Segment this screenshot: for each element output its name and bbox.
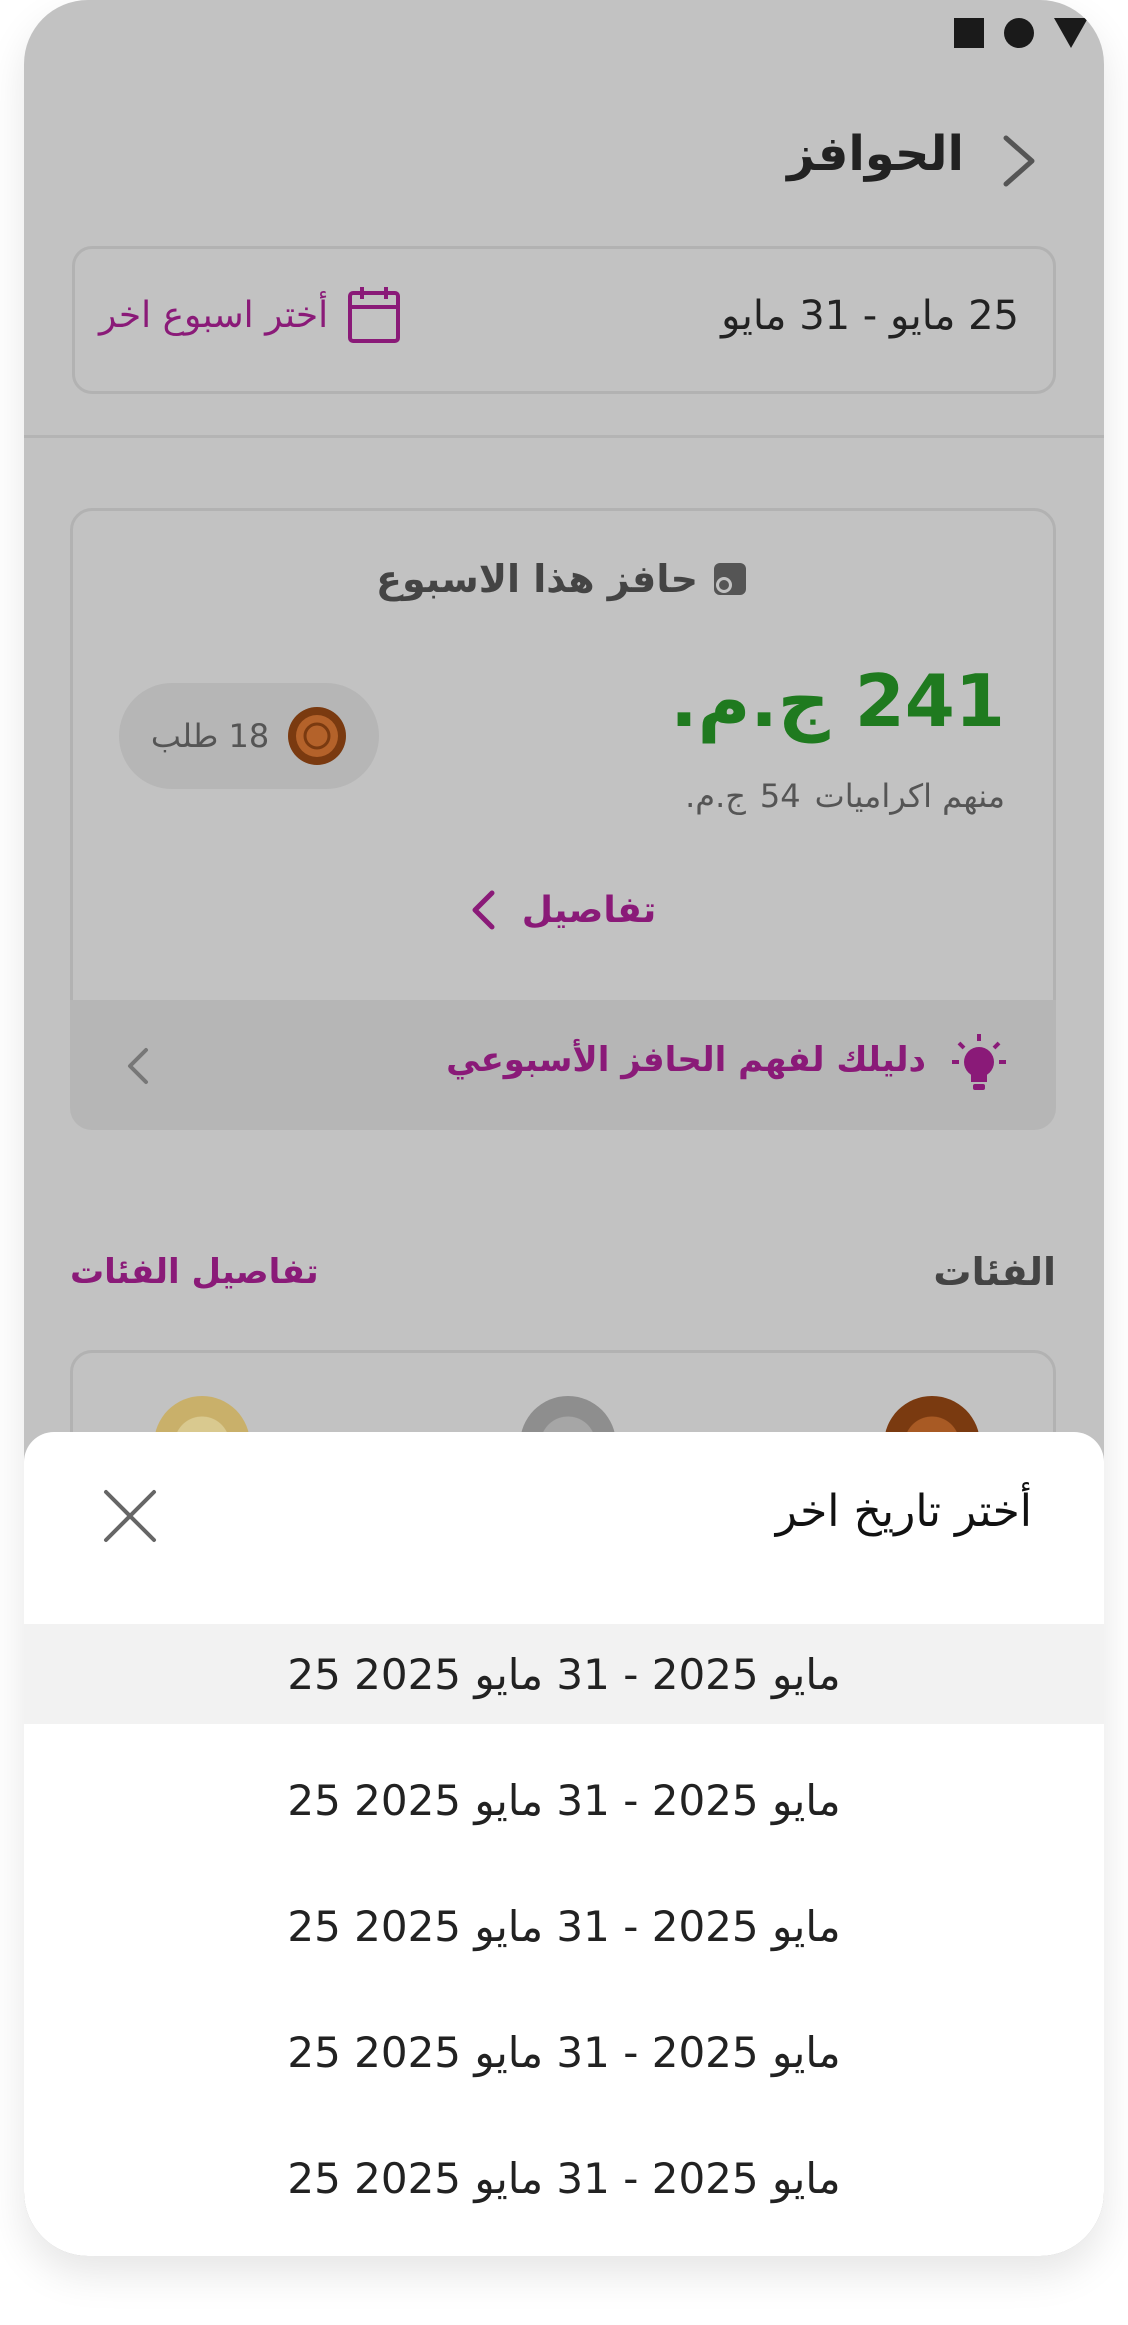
week-range: 25 مايو - 31 مايو	[721, 293, 1019, 339]
tips-line: منهم اكراميات 54 ج.م.	[685, 777, 1005, 815]
card-title-row: حافز هذا الاسبوع	[73, 557, 1053, 601]
categories-title: الفئات	[933, 1250, 1056, 1294]
bronze-coin-icon	[288, 707, 347, 765]
weekly-incentive-card: حافز هذا الاسبوع 241 ج.م. منهم اكراميات …	[70, 508, 1056, 1006]
status-square-icon	[954, 18, 984, 48]
date-option[interactable]: 25 مايو 2025 - 31 مايو 2025	[24, 2128, 1104, 2228]
details-link[interactable]: تفاصيل	[73, 889, 1053, 931]
tips-currency: ج.م.	[685, 777, 746, 815]
pick-week-label: أختر اسبوع اخر	[99, 294, 329, 336]
incentive-amount: 241 ج.م.	[670, 659, 1005, 743]
page-header: الحوافز	[24, 120, 1104, 200]
chevron-left-icon	[128, 1048, 148, 1084]
orders-count: 18 طلب	[150, 717, 270, 755]
date-option[interactable]: 25 مايو 2025 - 31 مايو 2025	[24, 1624, 1104, 1724]
orders-badge: 18 طلب	[119, 683, 379, 789]
date-option[interactable]: 25 مايو 2025 - 31 مايو 2025	[24, 1750, 1104, 1850]
details-label: تفاصيل	[521, 889, 657, 931]
page-title: الحوافز	[787, 126, 964, 182]
date-option[interactable]: 25 مايو 2025 - 31 مايو 2025	[24, 1876, 1104, 1976]
guide-label: دليلك لفهم الحافز الأسبوعي	[446, 1040, 926, 1080]
guide-banner[interactable]: دليلك لفهم الحافز الأسبوعي	[70, 1000, 1056, 1130]
categories-header: الفئات تفاصيل الفئات	[70, 1250, 1056, 1310]
status-triangle-icon	[1054, 18, 1088, 48]
status-circle-icon	[1004, 18, 1034, 48]
sheet-title: أختر تاريخ اخر	[775, 1486, 1032, 1537]
tips-value: 54	[759, 777, 801, 815]
divider	[24, 435, 1104, 438]
pick-week-button[interactable]: أختر اسبوع اخر	[99, 285, 402, 345]
status-bar	[954, 18, 1088, 48]
card-title: حافز هذا الاسبوع	[376, 557, 698, 601]
date-picker-sheet: أختر تاريخ اخر 25 مايو 2025 - 31 مايو 20…	[24, 1432, 1104, 2256]
week-selector[interactable]: 25 مايو - 31 مايو أختر اسبوع اخر	[72, 246, 1056, 394]
chevron-left-icon	[472, 890, 495, 930]
close-icon[interactable]	[102, 1488, 158, 1544]
categories-details-link[interactable]: تفاصيل الفئات	[70, 1252, 319, 1292]
date-option[interactable]: 25 مايو 2025 - 31 مايو 2025	[24, 2002, 1104, 2102]
lightbulb-icon	[952, 1034, 1006, 1090]
phone-screen: الحوافز 25 مايو - 31 مايو أختر اسبوع اخر…	[24, 0, 1104, 2256]
back-arrow-icon[interactable]	[996, 134, 1042, 188]
tips-label: منهم اكراميات	[814, 777, 1005, 815]
incentive-icon	[713, 563, 746, 595]
calendar-icon	[348, 287, 401, 343]
